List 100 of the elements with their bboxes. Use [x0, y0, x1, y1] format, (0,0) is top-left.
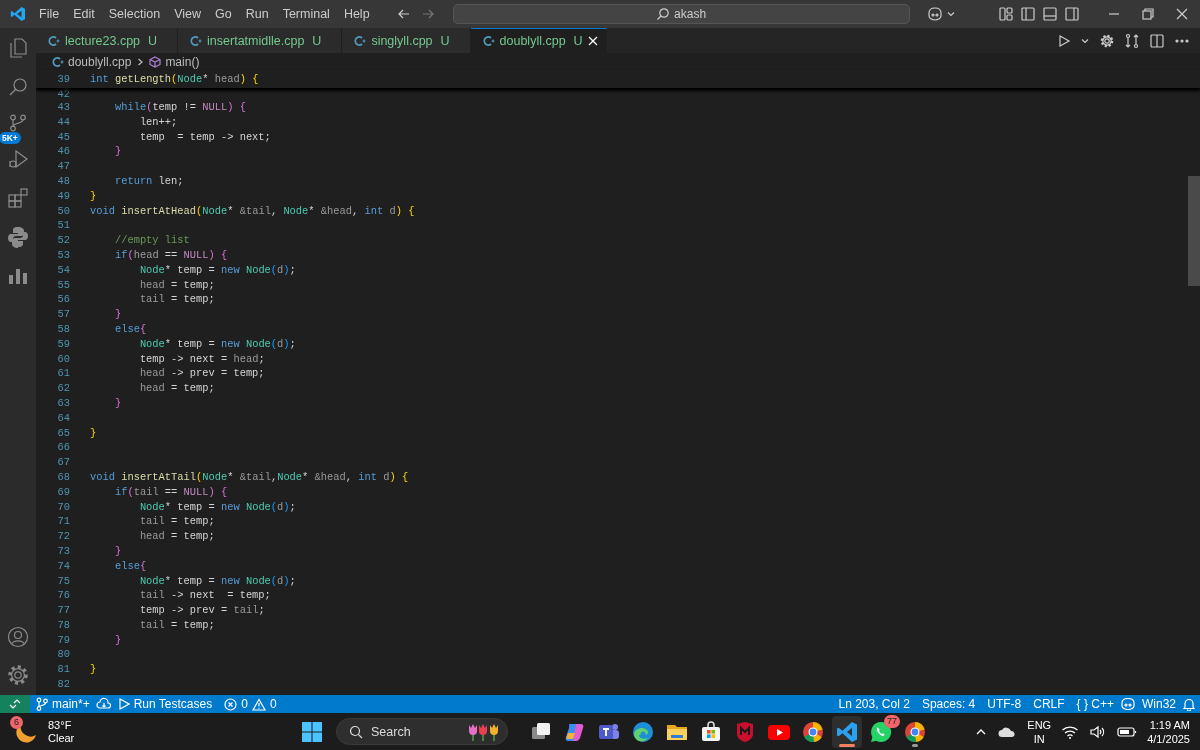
- account-icon[interactable]: [6, 625, 30, 649]
- file-type-icon: [354, 34, 367, 47]
- run-icon[interactable]: [1057, 33, 1071, 48]
- run-testcases-button[interactable]: Run Testcases: [111, 695, 219, 713]
- wifi-icon[interactable]: [1061, 724, 1080, 739]
- line-number: 74: [56, 558, 71, 574]
- encoding-status[interactable]: UTF-8: [981, 695, 1028, 713]
- breadcrumb-item[interactable]: doublyll.cpp: [68, 54, 132, 69]
- code-line: }: [113, 632, 122, 648]
- line-number: 46: [56, 144, 71, 160]
- line-ending-status[interactable]: CRLF: [1027, 695, 1071, 713]
- language-mode[interactable]: { } C++: [1070, 695, 1120, 713]
- code-line: }: [90, 662, 97, 678]
- back-arrow-icon[interactable]: [396, 7, 411, 21]
- editor-tab[interactable]: singlyll.cpp U: [342, 28, 471, 53]
- menu-item[interactable]: Terminal: [275, 4, 337, 24]
- menu-item[interactable]: Edit: [66, 4, 102, 24]
- line-number: 68: [56, 469, 71, 485]
- error-icon: [224, 697, 238, 711]
- code-line: while(temp != NULL) {: [113, 100, 246, 115]
- battery-icon[interactable]: [1117, 724, 1138, 739]
- line-number: 64: [56, 410, 71, 426]
- code-line: tail = temp;: [138, 514, 215, 530]
- panel-toggle-icon[interactable]: [1042, 6, 1058, 22]
- remote-button[interactable]: [0, 695, 30, 713]
- code-line: }: [113, 543, 122, 559]
- line-number: 52: [56, 233, 71, 248]
- settings-icon[interactable]: [1099, 32, 1115, 49]
- menu-item[interactable]: Go: [208, 4, 239, 24]
- split-editor-icon[interactable]: [1149, 32, 1165, 49]
- bell-icon[interactable]: [1182, 697, 1196, 711]
- line-number: 76: [56, 588, 71, 604]
- menu-item[interactable]: Help: [336, 4, 377, 24]
- search-icon: [349, 724, 363, 739]
- line-number: 57: [56, 307, 71, 322]
- restore-icon[interactable]: [1142, 8, 1154, 20]
- line-number: 75: [56, 573, 71, 589]
- line-number: 59: [56, 336, 71, 352]
- code-line: Node* temp = new Node(d);: [138, 336, 296, 352]
- platform-status[interactable]: Win32: [1136, 695, 1182, 713]
- menu-item[interactable]: Run: [238, 4, 276, 24]
- weather-condition: Clear: [48, 731, 75, 745]
- line-number: 67: [56, 455, 71, 470]
- temperature-text: 83°F: [48, 718, 73, 732]
- breadcrumb-item[interactable]: main(): [165, 54, 200, 69]
- menu-item[interactable]: View: [167, 4, 208, 24]
- taskbar-search-field[interactable]: Search: [336, 718, 508, 745]
- extensions-icon[interactable]: [6, 186, 30, 210]
- line-number: 73: [56, 543, 71, 559]
- start-icon[interactable]: [300, 719, 324, 744]
- code-line: Node* temp = new Node(d);: [138, 262, 296, 278]
- copilot-icon[interactable]: [925, 6, 944, 22]
- compare-icon[interactable]: [1124, 32, 1140, 49]
- line-number: 49: [56, 188, 71, 204]
- problems-button[interactable]: 0 0: [218, 695, 283, 713]
- menu-item[interactable]: File: [32, 4, 67, 24]
- menu-item[interactable]: Selection: [101, 4, 168, 24]
- code-line: Node* temp = new Node(d);: [138, 499, 296, 515]
- code-line: tail = temp;: [138, 292, 215, 308]
- cursor-position[interactable]: Ln 203, Col 2: [832, 695, 916, 713]
- line-number: 72: [56, 529, 71, 544]
- copilot-icon[interactable]: [1120, 697, 1136, 711]
- line-number: 44: [56, 114, 71, 130]
- code-line: void insertAtHead(Node* &tail, Node* &head, int d) {: [90, 203, 415, 219]
- forward-arrow-icon[interactable]: [420, 7, 435, 21]
- input-language-button[interactable]: ENG IN: [1027, 717, 1052, 746]
- cloud-sync-icon[interactable]: [95, 697, 112, 711]
- line-number: 82: [56, 677, 71, 692]
- clock[interactable]: 1:19 AM 4/1/2025: [1147, 717, 1190, 746]
- code-line: //empty list: [113, 233, 190, 248]
- editor-tab[interactable]: doublyll.cpp U: [470, 28, 607, 53]
- line-number: 65: [56, 425, 71, 441]
- notification-badge: 5K+: [0, 132, 21, 144]
- secondary-sidebar-icon[interactable]: [1064, 6, 1080, 22]
- customize-layout-icon[interactable]: [998, 6, 1014, 22]
- scrollbar-thumb[interactable]: [1188, 176, 1200, 286]
- file-type-icon: [482, 35, 495, 47]
- code-line: tail = temp;: [138, 617, 215, 633]
- code-line: }: [113, 395, 122, 411]
- sidebar-toggle-icon[interactable]: [1020, 6, 1036, 22]
- indentation-status[interactable]: Spaces: 4: [915, 695, 982, 713]
- line-number: 80: [56, 647, 71, 663]
- editor-tab[interactable]: lecture23.cpp U: [36, 28, 179, 53]
- code-line: }: [90, 188, 97, 204]
- code-line: return len;: [113, 174, 184, 189]
- warning-icon: [251, 697, 266, 711]
- editor-tab[interactable]: insertatmidlle.cpp U: [178, 28, 343, 53]
- code-line: head = temp;: [138, 381, 215, 396]
- code-line: }: [113, 307, 122, 322]
- line-number: 53: [56, 247, 71, 263]
- branch-button[interactable]: main*+: [30, 695, 96, 713]
- line-number: 55: [56, 277, 71, 293]
- command-center-field[interactable]: akash: [452, 4, 910, 24]
- chevron-down-icon[interactable]: [945, 9, 956, 19]
- code-line: head = temp;: [138, 277, 215, 293]
- line-number: 51: [56, 218, 71, 234]
- run-debug-icon[interactable]: [6, 147, 30, 171]
- python-icon[interactable]: [6, 225, 30, 249]
- settings-icon[interactable]: [6, 663, 30, 687]
- close-icon[interactable]: [1176, 8, 1188, 20]
